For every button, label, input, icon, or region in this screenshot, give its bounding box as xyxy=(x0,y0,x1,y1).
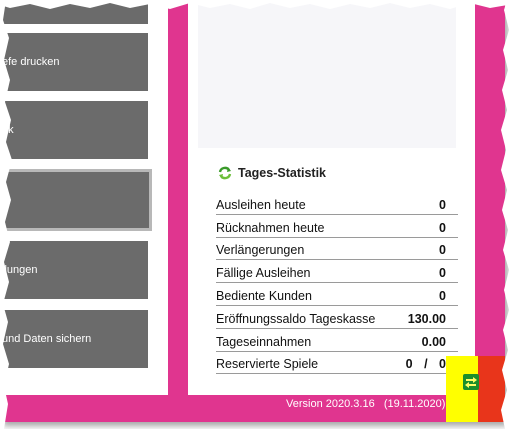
stat-label: Fällige Ausleihen xyxy=(216,266,311,281)
stats-table: Ausleihen heute 0 Rücknahmen heute 0 Ver… xyxy=(216,192,458,375)
stat-value: 0.00 xyxy=(421,334,446,349)
refresh-arrows-icon xyxy=(218,166,232,180)
sync-button[interactable] xyxy=(463,374,479,390)
stat-value: 0 xyxy=(439,266,446,281)
app-window: efe drucken ek llungen und Daten sichern xyxy=(0,0,505,422)
stat-value: 0 xyxy=(439,220,446,235)
stat-row-faellige: Fällige Ausleihen 0 xyxy=(216,260,458,284)
torn-edge-right xyxy=(501,0,513,429)
stat-label: Verlängerungen xyxy=(216,243,305,258)
torn-edge-left xyxy=(0,0,12,429)
stats-heading: Tages-Statistik xyxy=(218,166,326,180)
menu-tile-bestellungen[interactable]: llungen xyxy=(0,241,148,299)
empty-panel-area xyxy=(198,0,456,148)
menu-tile-daten-sichern[interactable]: und Daten sichern xyxy=(0,310,148,368)
swap-arrows-icon xyxy=(465,377,477,388)
stats-title: Tages-Statistik xyxy=(238,166,326,180)
stat-row-verlaengerungen: Verlängerungen 0 xyxy=(216,238,458,261)
dashboard-content: Tages-Statistik Ausleihen heute 0 Rückna… xyxy=(188,0,475,395)
stat-row-tageseinnahmen: Tageseinnahmen 0.00 xyxy=(216,329,458,352)
stat-row-reservierte: Reservierte Spiele 0 / 0 xyxy=(216,352,458,375)
stat-value: 0 xyxy=(439,197,446,212)
stat-row-ruecknahmen: Rücknahmen heute 0 xyxy=(216,215,458,238)
stat-label: Bediente Kunden xyxy=(216,288,312,303)
stat-value: 130.00 xyxy=(407,311,446,326)
stat-row-eroeffnungssaldo: Eröffnungssaldo Tageskasse 130.00 xyxy=(216,306,458,329)
stat-label: Reservierte Spiele xyxy=(216,357,319,372)
stat-label: Eröffnungssaldo Tageskasse xyxy=(216,311,376,326)
stat-label: Tageseinnahmen xyxy=(216,334,312,349)
menu-tile-selected[interactable] xyxy=(0,169,152,231)
torn-edge-top xyxy=(0,0,513,9)
stat-label: Ausleihen heute xyxy=(216,197,306,212)
stat-value: 0 xyxy=(439,288,446,303)
menu-tile-ek[interactable]: ek xyxy=(0,101,148,159)
stat-row-ausleihen: Ausleihen heute 0 xyxy=(216,192,458,215)
stat-row-kunden: Bediente Kunden 0 xyxy=(216,283,458,306)
main-menu-panel: efe drucken ek llungen und Daten sichern xyxy=(0,0,168,395)
stat-value: 0 xyxy=(439,243,446,258)
menu-tile-briefe-drucken[interactable]: efe drucken xyxy=(0,33,148,91)
menu-tile-label: und Daten sichern xyxy=(2,333,92,345)
stat-label: Rücknahmen heute xyxy=(216,220,325,235)
version-label: Version 2020.3.16 (19.11.2020) xyxy=(286,398,446,410)
